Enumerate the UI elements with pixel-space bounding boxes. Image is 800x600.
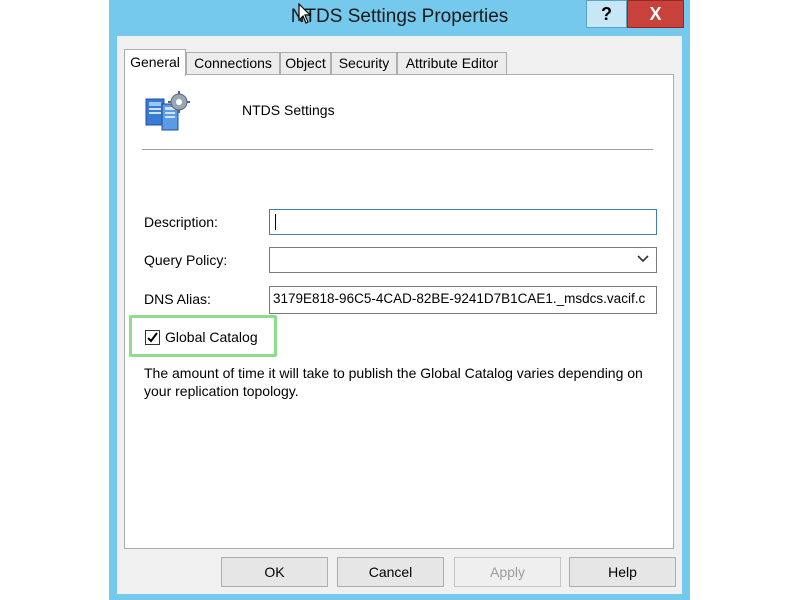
tab-object[interactable]: Object: [280, 52, 331, 74]
ntds-settings-icon: [145, 91, 190, 131]
dns-alias-label: DNS Alias:: [144, 291, 211, 307]
ok-button[interactable]: OK: [221, 557, 328, 587]
cancel-button[interactable]: Cancel: [337, 557, 444, 587]
divider: [142, 149, 653, 150]
description-label: Description:: [144, 214, 218, 230]
object-name: NTDS Settings: [242, 102, 335, 118]
dns-alias-value: 3179E818-96C5-4CAD-82BE-9241D7B1CAE1._ms…: [273, 291, 646, 306]
properties-dialog: NTDS Settings Properties ? X General Con…: [109, 0, 690, 600]
apply-button[interactable]: Apply: [454, 557, 561, 587]
tab-security[interactable]: Security: [331, 52, 397, 74]
title-bar[interactable]: NTDS Settings Properties ? X: [109, 0, 690, 36]
help-button[interactable]: Help: [569, 557, 676, 587]
chevron-down-icon: [637, 255, 649, 263]
checkmark-icon: [147, 332, 158, 343]
query-policy-select[interactable]: [269, 247, 657, 273]
tab-connections[interactable]: Connections: [186, 52, 280, 74]
global-catalog-checkbox[interactable]: [145, 330, 160, 345]
general-tab-panel: NTDS Settings Description: Query Policy:…: [124, 74, 674, 549]
tab-general[interactable]: General: [124, 49, 186, 76]
tab-attribute-editor[interactable]: Attribute Editor: [397, 52, 507, 74]
mouse-pointer-icon: [298, 3, 312, 24]
dialog-body: General Connections Object Security Attr…: [117, 36, 682, 594]
global-catalog-label[interactable]: Global Catalog: [165, 329, 258, 345]
close-button[interactable]: X: [627, 0, 684, 28]
description-field[interactable]: [269, 209, 657, 235]
help-title-button[interactable]: ?: [586, 0, 627, 28]
dns-alias-field[interactable]: 3179E818-96C5-4CAD-82BE-9241D7B1CAE1._ms…: [269, 286, 657, 314]
query-policy-label: Query Policy:: [144, 252, 228, 268]
text-caret: [275, 214, 276, 230]
global-catalog-info: The amount of time it will take to publi…: [144, 365, 643, 399]
